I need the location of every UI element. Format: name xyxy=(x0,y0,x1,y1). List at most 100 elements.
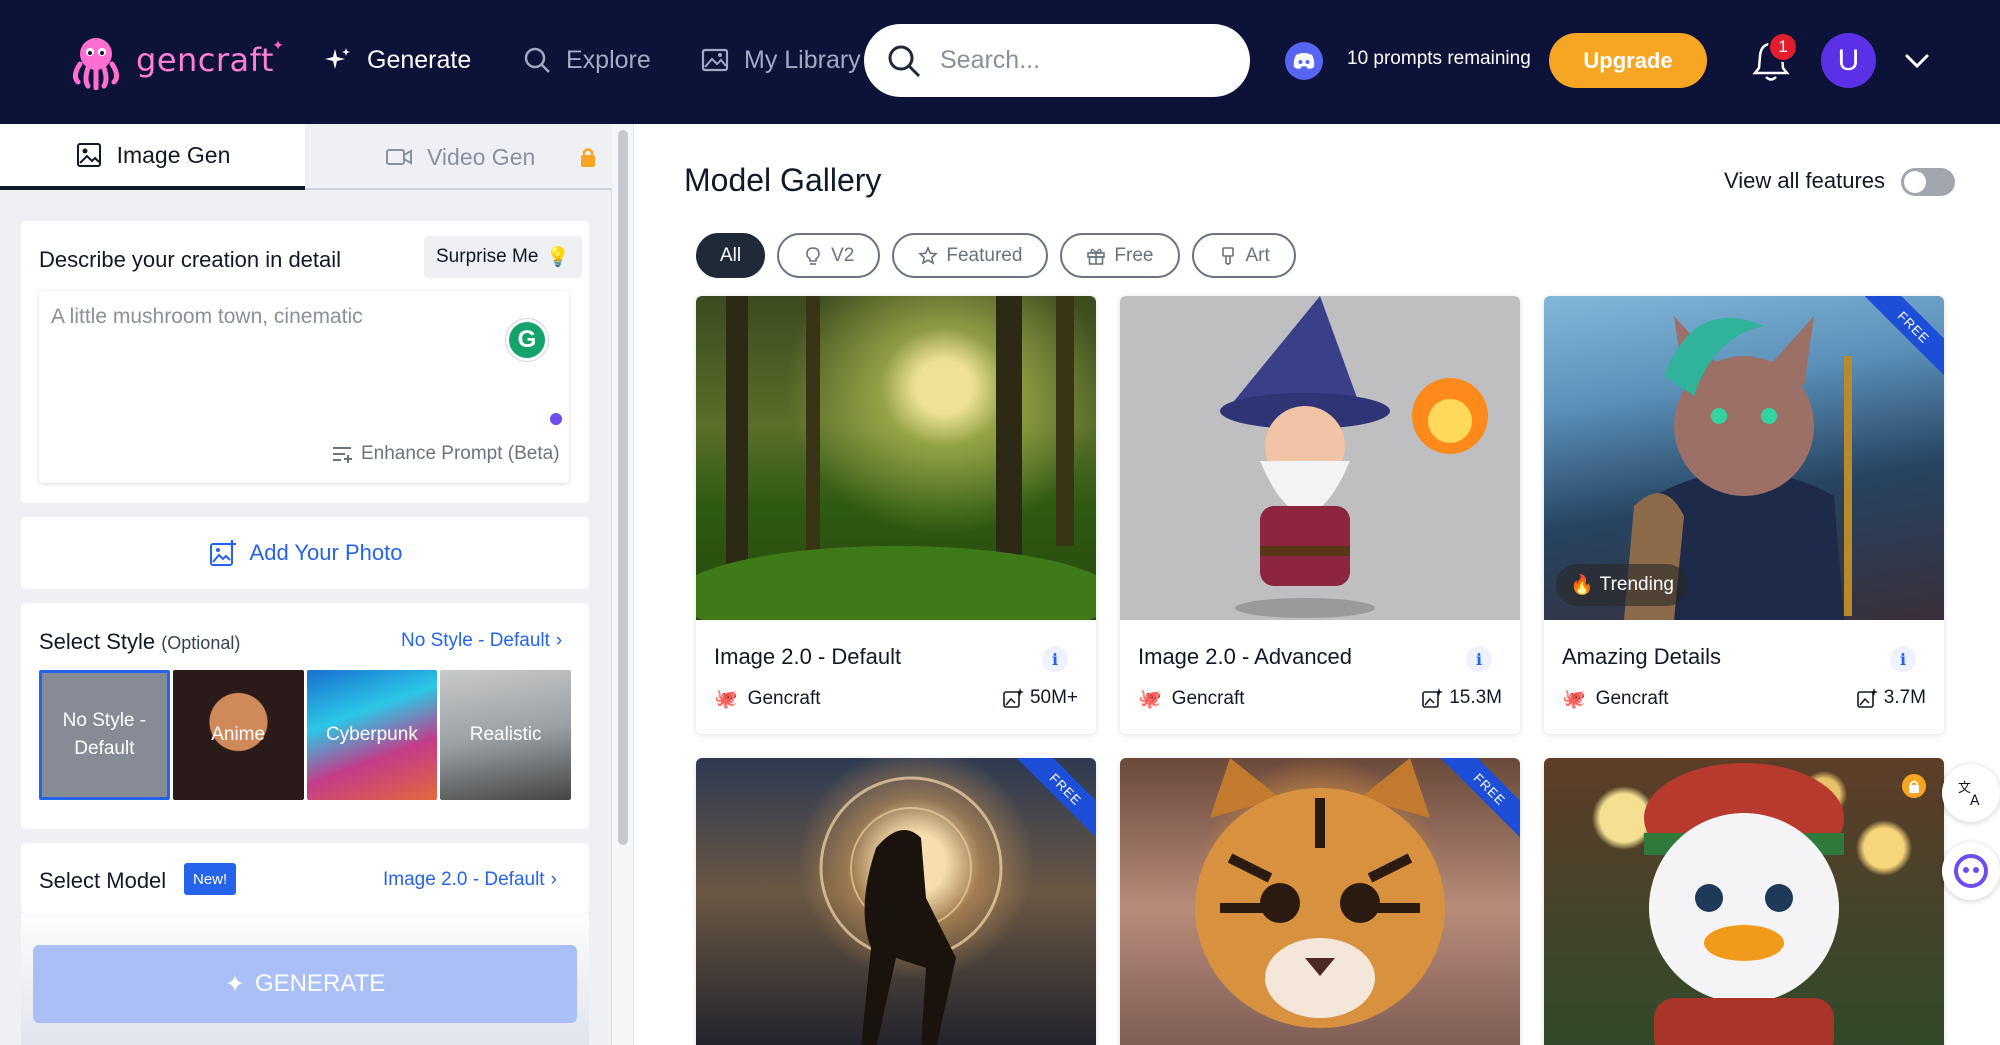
gallery-filters: All V2 Featured Free Art xyxy=(696,233,1296,278)
nav-explore[interactable]: Explore xyxy=(522,40,651,80)
tab-video-gen[interactable]: Video Gen xyxy=(385,124,535,190)
generator-panel: Image Gen Video Gen Describe your creati… xyxy=(0,124,612,1045)
model-preview-image: FREE xyxy=(696,758,1096,1045)
nav-my-library-label: My Library xyxy=(744,45,861,74)
octopus-logo-icon xyxy=(72,38,120,90)
trending-badge: 🔥 Trending xyxy=(1556,564,1688,606)
image-sparkle-icon xyxy=(1856,688,1878,708)
chevron-right-icon: › xyxy=(550,869,557,890)
surprise-me-button[interactable]: Surprise Me 💡 xyxy=(424,236,583,278)
current-model-link[interactable]: Image 2.0 - Default › xyxy=(383,869,557,891)
upgrade-button[interactable]: Upgrade xyxy=(1549,33,1707,88)
filter-art[interactable]: Art xyxy=(1191,233,1296,278)
style-option-no-style[interactable]: No Style - Default xyxy=(39,670,170,800)
info-icon[interactable]: i xyxy=(1890,646,1916,672)
tab-video-gen-label: Video Gen xyxy=(427,143,536,170)
panel-scrollbar-thumb[interactable] xyxy=(618,130,628,845)
horse-illustration xyxy=(819,776,1003,1045)
info-icon[interactable]: i xyxy=(1466,646,1492,672)
nav-my-library[interactable]: My Library xyxy=(700,40,861,80)
tiger-cub-illustration xyxy=(1195,758,1445,1028)
model-card-tiger[interactable]: FREE xyxy=(1120,758,1520,1045)
usage-count: 50M+ xyxy=(1002,687,1078,709)
model-card-horse[interactable]: FREE xyxy=(696,758,1096,1045)
translate-button[interactable]: 文A xyxy=(1942,764,2000,822)
style-grid: No Style - Default Anime Cyberpunk Reali… xyxy=(39,670,572,815)
add-photo-button[interactable]: Add Your Photo xyxy=(21,517,589,589)
enhance-prompt-label: Enhance Prompt (Beta) xyxy=(361,443,560,464)
add-photo-label: Add Your Photo xyxy=(249,540,403,565)
select-model-card[interactable]: Select Model New! Image 2.0 - Default › xyxy=(21,843,589,913)
generate-button[interactable]: ✦ GENERATE xyxy=(33,945,577,1023)
brand-logo[interactable]: gencraft ✦ xyxy=(66,30,284,90)
lock-icon xyxy=(1902,774,1926,798)
model-preview-image: FREE xyxy=(1120,758,1520,1045)
gift-icon xyxy=(1087,248,1106,265)
status-dot xyxy=(550,413,562,425)
generator-tabs: Image Gen Video Gen xyxy=(0,124,612,190)
search-icon xyxy=(524,47,550,73)
octopus-avatar-icon: 🐙 xyxy=(714,689,738,710)
model-preview-image xyxy=(1544,758,1944,1045)
tab-image-gen[interactable]: Image Gen xyxy=(0,124,305,190)
model-card-image-2-advanced[interactable]: Image 2.0 - Advanced i 🐙 Gencraft 15.3M xyxy=(1120,296,1520,734)
duck-sweater-illustration xyxy=(1644,763,1844,1045)
image-sparkle-icon xyxy=(1003,688,1024,708)
current-style-link[interactable]: No Style - Default › xyxy=(401,630,562,652)
optional-label: (Optional) xyxy=(161,633,241,653)
generate-label: GENERATE xyxy=(254,970,386,997)
prompts-remaining: 10 prompts remaining xyxy=(1347,48,1531,69)
image-icon xyxy=(76,143,101,167)
image-sparkle-icon xyxy=(1422,688,1444,708)
style-option-realistic[interactable]: Realistic xyxy=(440,670,572,800)
top-navigation: gencraft ✦ Generate Explore My Library 1… xyxy=(0,0,2000,124)
nav-generate[interactable]: Generate xyxy=(323,40,471,80)
enhance-prompt-button[interactable]: Enhance Prompt (Beta) xyxy=(331,443,560,465)
filter-free[interactable]: Free xyxy=(1060,233,1180,278)
sparkles-icon xyxy=(325,48,350,69)
describe-card: Describe your creation in detail Surpris… xyxy=(21,221,589,503)
style-option-anime[interactable]: Anime xyxy=(172,670,304,800)
filter-v2[interactable]: V2 xyxy=(777,233,881,278)
notification-badge: 1 xyxy=(1768,32,1798,62)
wizard-gnome-illustration xyxy=(1220,296,1488,618)
search-bar[interactable] xyxy=(864,24,1250,97)
view-all-features-toggle[interactable] xyxy=(1901,168,1955,196)
select-model-label: Select Model xyxy=(39,868,167,893)
sparkles-icon: ✦ xyxy=(224,970,245,998)
style-option-cyberpunk[interactable]: Cyberpunk xyxy=(306,670,438,800)
model-card-image-2-default[interactable]: Image 2.0 - Default i 🐙 Gencraft 50M+ xyxy=(696,296,1096,734)
sparkle-icon: ✦ xyxy=(272,37,284,53)
surprise-me-label: Surprise Me xyxy=(436,246,539,267)
discord-button[interactable] xyxy=(1285,42,1323,80)
translate-icon: 文A xyxy=(1958,781,1980,808)
star-icon xyxy=(918,245,939,265)
model-card-amazing-details[interactable]: FREE 🔥 Trending Amazing Details i 🐙 Gencra… xyxy=(1544,296,1944,734)
lightbulb-icon: 💡 xyxy=(546,247,571,268)
lock-icon xyxy=(581,148,595,167)
tab-image-gen-label: Image Gen xyxy=(116,141,231,168)
assistant-bot-button[interactable] xyxy=(1942,842,2000,900)
image-library-icon xyxy=(701,48,729,72)
select-style-card: Select Style (Optional) No Style - Defau… xyxy=(21,603,589,829)
octopus-avatar-icon: 🐙 xyxy=(1138,689,1162,710)
model-preview-image: FREE 🔥 Trending xyxy=(1544,296,1944,620)
prompt-input[interactable] xyxy=(51,305,491,425)
usage-count: 15.3M xyxy=(1421,687,1502,709)
search-input[interactable] xyxy=(940,46,1220,75)
model-name: Image 2.0 - Advanced xyxy=(1138,644,1353,669)
model-author: 🐙 Gencraft xyxy=(714,688,821,710)
chevron-down-icon[interactable] xyxy=(1902,46,1932,76)
model-card-duck[interactable] xyxy=(1544,758,1944,1045)
user-avatar[interactable]: U xyxy=(1821,33,1876,88)
enhance-list-icon xyxy=(333,447,352,463)
filter-featured[interactable]: Featured xyxy=(892,233,1049,278)
discord-icon xyxy=(1293,53,1315,69)
brand-name: gencraft xyxy=(136,41,274,79)
select-style-label: Select Style (Optional) xyxy=(39,629,241,654)
add-photo-icon xyxy=(209,540,236,566)
filter-all[interactable]: All xyxy=(696,233,766,278)
usage-count: 3.7M xyxy=(1856,687,1926,709)
info-icon[interactable]: i xyxy=(1042,646,1068,672)
grammarly-icon[interactable]: G xyxy=(506,319,548,361)
